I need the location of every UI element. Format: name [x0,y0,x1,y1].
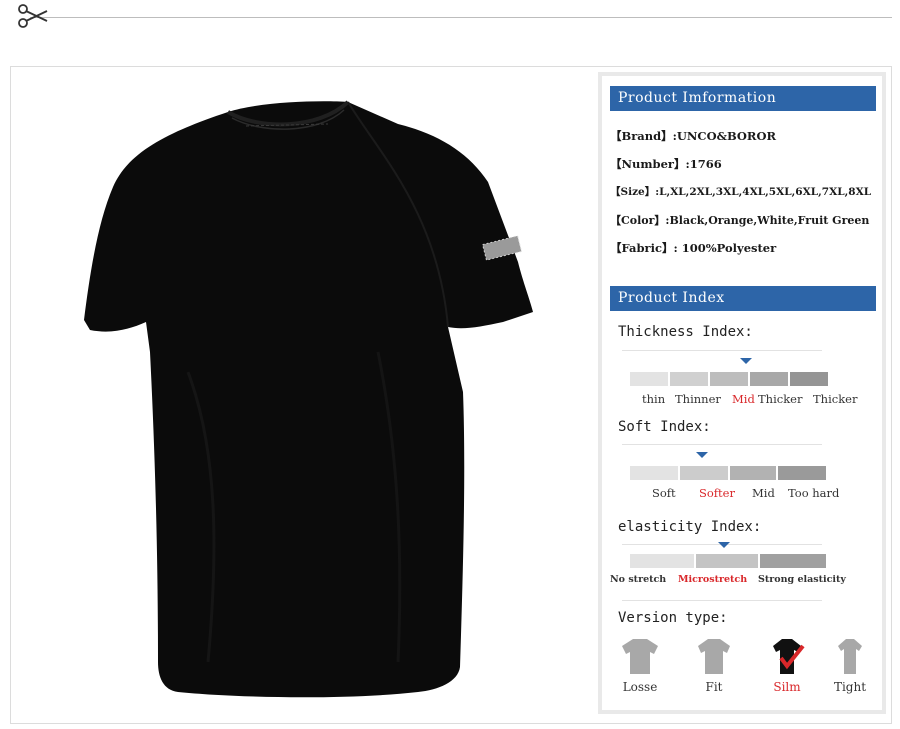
slim-shirt-icon [773,639,805,674]
version-opt-tight: Tight [833,680,867,694]
elasticity-seg-3 [760,554,826,568]
elasticity-opt-strong: Strong elasticity [758,574,846,585]
product-info-header: Product Imformation [610,86,876,111]
thickness-title: Thickness Index: [618,324,753,340]
thickness-seg-2 [670,372,708,386]
elasticity-opt-microstretch: Microstretch [678,574,748,585]
soft-seg-2 [680,466,728,480]
size-row: 【Size】:L,XL,2XL,3XL,4XL,5XL,6XL,7XL,8XL [610,186,872,198]
soft-indicator-icon [696,452,708,458]
soft-opt-softer: Softer [699,486,735,500]
elasticity-seg-1 [630,554,694,568]
product-index-header: Product Index [610,286,876,311]
soft-opt-soft: Soft [652,486,676,500]
thickness-indicator-icon [740,358,752,364]
thickness-opt-thin: thin [642,392,666,406]
soft-seg-4 [778,466,826,480]
elasticity-title: elasticity Index: [618,519,762,535]
thickness-opt-thicker: Thicker [758,392,803,406]
version-title: Version type: [618,610,728,626]
brand-row: 【Brand】:UNCO&BOROR [610,129,777,143]
elasticity-indicator-icon [718,542,730,548]
tight-shirt-icon [838,639,862,674]
cut-line [30,17,892,18]
thickness-opt-mid: Mid [732,392,755,406]
thickness-seg-3 [710,372,748,386]
soft-title: Soft Index: [618,419,711,435]
scissors-icon [18,4,48,28]
soft-opt-too-hard: Too hard [788,486,840,500]
thickness-seg-4 [750,372,788,386]
tshirt-image [84,100,533,698]
info-panel: Product Imformation 【Brand】:UNCO&BOROR 【… [598,72,886,714]
thickness-seg-5 [790,372,828,386]
loose-shirt-icon [622,639,658,674]
elasticity-opt-no-stretch: No stretch [610,574,667,585]
fit-shirt-icon [698,639,730,674]
version-opt-losse: Losse [622,680,658,694]
tshirt-body [84,101,533,698]
soft-opt-mid: Mid [752,486,775,500]
soft-seg-3 [730,466,776,480]
version-opt-fit: Fit [705,680,723,694]
product-photo [18,72,594,714]
fabric-row: 【Fabric】: 100%Polyester [610,241,777,255]
thickness-opt-thinner: Thinner [675,392,721,406]
elasticity-seg-2 [696,554,758,568]
color-row: 【Color】:Black,Orange,White,Fruit Green [610,214,870,227]
thickness-seg-1 [630,372,668,386]
thickness-opt-thicker-2: Thicker [813,392,858,406]
version-opt-silm: Silm [773,680,801,694]
soft-seg-1 [630,466,678,480]
number-row: 【Number】:1766 [610,157,722,171]
